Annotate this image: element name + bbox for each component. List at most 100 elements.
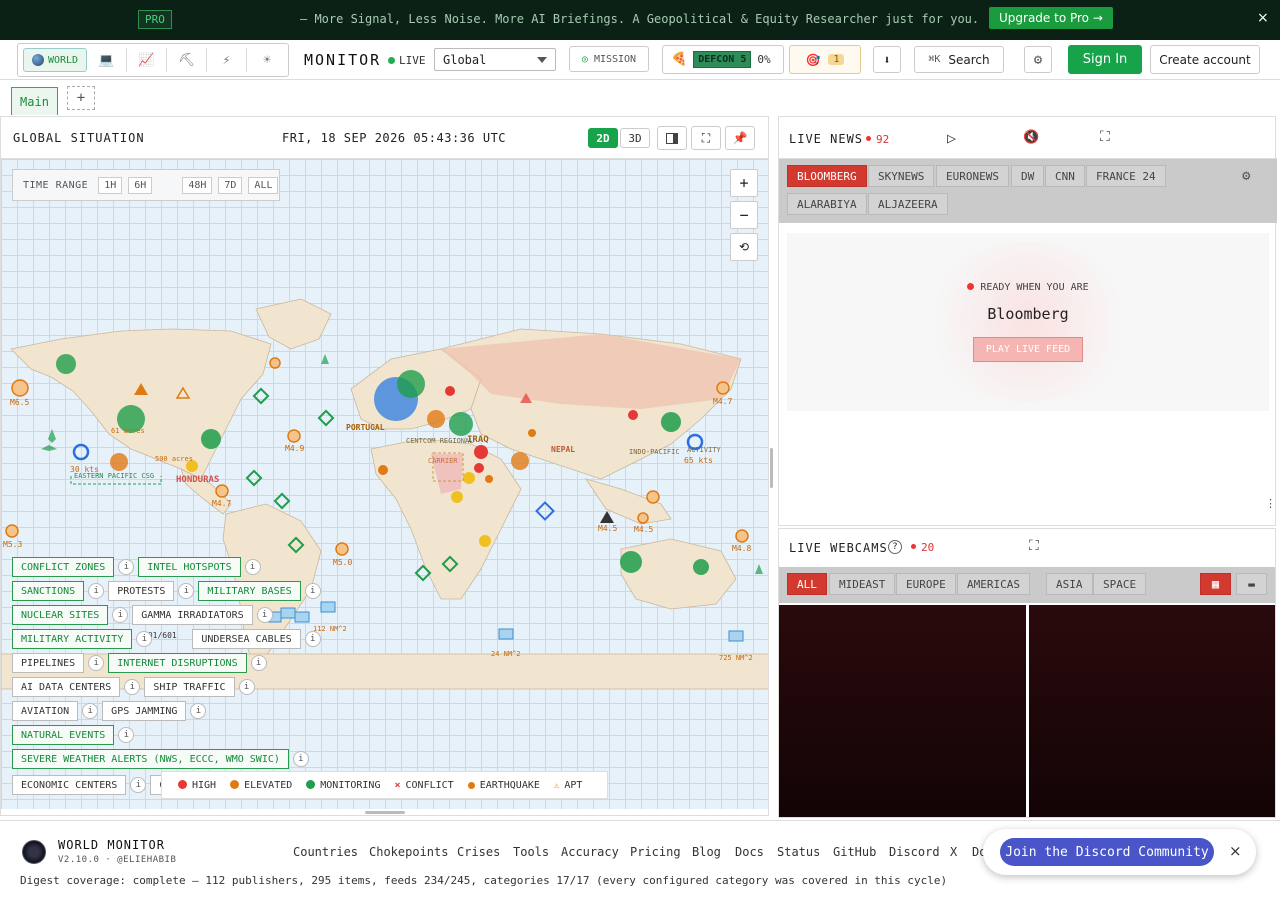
play-icon[interactable]: ▷	[947, 129, 956, 147]
add-tab-button[interactable]: +	[67, 86, 95, 110]
variant-commodity-button[interactable]: ⛏	[167, 48, 207, 72]
webcam-filter-europe[interactable]: EUROPE	[896, 573, 956, 595]
info-icon[interactable]: i	[190, 703, 207, 719]
webcam-filter-asia[interactable]: ASIA	[1046, 573, 1093, 595]
channel-tab-bloomberg[interactable]: BLOOMBERG	[787, 165, 867, 187]
resize-handle[interactable]	[365, 811, 405, 814]
footer-link-countries[interactable]: Countries	[293, 845, 358, 859]
zoom-out-button[interactable]: −	[730, 201, 758, 229]
layer-pipelines[interactable]: PIPELINES	[12, 653, 85, 673]
info-icon[interactable]: i	[244, 559, 261, 575]
settings-button[interactable]: ⚙	[1024, 46, 1052, 73]
channel-tab-dw[interactable]: DW	[1011, 165, 1045, 187]
expand-icon[interactable]: ⛶	[1100, 129, 1110, 145]
layer-protests[interactable]: PROTESTS	[108, 581, 175, 601]
footer-link-github[interactable]: GitHub	[833, 845, 876, 859]
webcam-filter-space[interactable]: SPACE	[1093, 573, 1147, 595]
info-icon[interactable]: i	[118, 727, 135, 743]
footer-link-blog[interactable]: Blog	[692, 845, 721, 859]
tab-main[interactable]: Main	[11, 87, 58, 115]
info-icon[interactable]: i	[136, 631, 153, 647]
discord-close-icon[interactable]: ×	[1229, 842, 1242, 860]
info-icon[interactable]: i	[130, 777, 147, 793]
layer-gamma-irradiators[interactable]: GAMMA IRRADIATORS	[132, 605, 253, 625]
info-icon[interactable]: i	[124, 679, 141, 695]
view-3d-button[interactable]: 3D	[620, 128, 650, 148]
alerts-button[interactable]: 🎯 1	[789, 45, 861, 74]
single-view-icon[interactable]: ▬	[1236, 573, 1267, 595]
layer-severe-weather[interactable]: SEVERE WEATHER ALERTS (NWS, ECCC, WMO SW…	[12, 749, 289, 769]
expand-icon[interactable]: ⛶	[1029, 538, 1039, 554]
webcam-filter-americas[interactable]: AMERICAS	[957, 573, 1030, 595]
layer-economic-centers[interactable]: ECONOMIC CENTERS	[12, 775, 127, 795]
layer-sanctions[interactable]: SANCTIONS	[12, 581, 85, 601]
info-icon[interactable]: i	[112, 607, 129, 623]
info-icon[interactable]: i	[304, 583, 321, 599]
footer-link-x[interactable]: X	[950, 845, 957, 859]
help-icon[interactable]: ?	[888, 540, 902, 554]
vertical-resize-handle[interactable]	[770, 448, 773, 488]
footer-link-discord[interactable]: Discord	[889, 845, 940, 859]
time-range-1h[interactable]: 1H	[98, 176, 123, 194]
channel-tab-skynews[interactable]: SKYNEWS	[868, 165, 935, 187]
upgrade-button[interactable]: Upgrade to Pro →	[989, 7, 1113, 29]
layer-ship-traffic[interactable]: SHIP TRAFFIC	[144, 677, 235, 697]
search-button[interactable]: ⌘K Search	[914, 46, 1004, 73]
pin-map-button[interactable]: 📌	[725, 126, 755, 150]
create-account-button[interactable]: Create account	[1150, 45, 1260, 74]
layer-military-activity[interactable]: MILITARY ACTIVITY	[12, 629, 133, 649]
info-icon[interactable]: i	[118, 559, 135, 575]
layer-intel-hotspots[interactable]: INTEL HOTSPOTS	[138, 557, 241, 577]
time-range-all[interactable]: ALL	[248, 176, 279, 194]
info-icon[interactable]: i	[292, 751, 309, 767]
layer-natural-events[interactable]: NATURAL EVENTS	[12, 725, 115, 745]
time-range-7d[interactable]: 7D	[218, 176, 243, 194]
footer-link-chokepoints[interactable]: Chokepoints	[369, 845, 448, 859]
view-2d-button[interactable]: 2D	[588, 128, 618, 148]
variant-happy-button[interactable]: ☀	[247, 48, 287, 72]
variant-finance-button[interactable]: 📈	[127, 48, 167, 72]
grid-view-icon[interactable]: ▦	[1200, 573, 1231, 595]
channel-tab-cnn[interactable]: CNN	[1045, 165, 1085, 187]
video-player[interactable]: READY WHEN YOU ARE Bloomberg PLAY LIVE F…	[787, 233, 1269, 411]
info-icon[interactable]: i	[88, 655, 105, 671]
info-icon[interactable]: i	[88, 583, 105, 599]
layer-internet-disruptions[interactable]: INTERNET DISRUPTIONS	[108, 653, 247, 673]
time-range-48h[interactable]: 48H	[182, 176, 213, 194]
webcam-feed-2[interactable]	[1029, 605, 1275, 817]
layer-ai-data-centers[interactable]: AI DATA CENTERS	[12, 677, 121, 697]
layer-gps-jamming[interactable]: GPS JAMMING	[102, 701, 187, 721]
layer-conflict-zones[interactable]: CONFLICT ZONES	[12, 557, 115, 577]
info-icon[interactable]: i	[238, 679, 255, 695]
webcam-filter-all[interactable]: ALL	[787, 573, 827, 595]
reset-view-button[interactable]: ⟲	[730, 233, 758, 261]
info-icon[interactable]: i	[250, 655, 267, 671]
layer-undersea-cables[interactable]: UNDERSEA CABLES	[192, 629, 301, 649]
webcam-filter-mideast[interactable]: MIDEAST	[829, 573, 896, 595]
time-range-6h[interactable]: 6H	[128, 176, 153, 194]
download-button[interactable]: ⬇	[873, 46, 901, 73]
channel-tab-aljazeera[interactable]: ALJAZEERA	[868, 193, 948, 215]
join-discord-button[interactable]: Join the Discord Community	[1000, 838, 1214, 866]
mute-icon[interactable]: 🔇	[1023, 130, 1039, 145]
channel-tab-alarabiya[interactable]: ALARABIYA	[787, 193, 867, 215]
variant-world-button[interactable]: WORLD	[23, 48, 87, 72]
layer-aviation[interactable]: AVIATION	[12, 701, 79, 721]
channel-tab-euronews[interactable]: EURONEWS	[936, 165, 1009, 187]
layer-military-bases[interactable]: MILITARY BASES	[198, 581, 301, 601]
region-select[interactable]: Global	[434, 48, 556, 71]
variant-tech-button[interactable]: 💻	[87, 48, 127, 72]
info-icon[interactable]: i	[256, 607, 273, 623]
channel-settings-gear-icon[interactable]: ⚙	[1242, 168, 1250, 184]
info-icon[interactable]: i	[304, 631, 321, 647]
footer-link-pricing[interactable]: Pricing	[630, 845, 681, 859]
split-view-button[interactable]	[657, 126, 687, 150]
info-icon[interactable]: i	[82, 703, 99, 719]
sign-in-button[interactable]: Sign In	[1068, 45, 1142, 74]
layer-nuclear-sites[interactable]: NUCLEAR SITES	[12, 605, 109, 625]
play-live-feed-button[interactable]: PLAY LIVE FEED	[972, 337, 1084, 362]
variant-energy-button[interactable]: ⚡	[207, 48, 247, 72]
footer-link-docs[interactable]: Docs	[735, 845, 764, 859]
more-vertical-icon[interactable]: ⋮	[1265, 497, 1276, 510]
webcam-feed-1[interactable]	[779, 605, 1026, 817]
